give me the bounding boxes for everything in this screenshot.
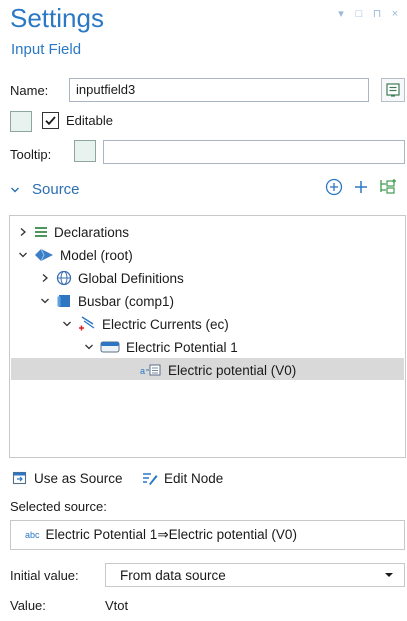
- selected-source-label: Selected source:: [10, 499, 107, 514]
- edit-node-label: Edit Node: [164, 470, 224, 486]
- maximize-icon[interactable]: □: [353, 8, 365, 20]
- chevron-down-icon[interactable]: [84, 343, 94, 351]
- add-circle-icon[interactable]: [325, 178, 343, 196]
- name-label: Name:: [10, 83, 49, 98]
- editable-label: Editable: [66, 113, 113, 128]
- tree-node-electric-potential-1[interactable]: Electric Potential 1: [84, 336, 238, 358]
- svg-text:a: a: [140, 366, 145, 376]
- model-icon: [35, 248, 53, 262]
- globe-icon: [56, 270, 72, 286]
- add-tree-icon[interactable]: [379, 178, 399, 196]
- tree-node-label: Global Definitions: [78, 270, 184, 286]
- pin-icon[interactable]: ⊓: [371, 8, 383, 20]
- tree-node-label: Busbar (comp1): [78, 293, 175, 309]
- chevron-right-icon[interactable]: [40, 273, 50, 283]
- window-controls: ▾ □ ⊓ ×: [335, 8, 401, 20]
- edit-node-icon: [143, 473, 158, 485]
- edit-icon: [386, 83, 400, 97]
- declarations-icon: [35, 227, 47, 237]
- edit-node-button[interactable]: Edit Node: [142, 470, 223, 486]
- electric-currents-icon: [79, 316, 95, 331]
- edit-name-button[interactable]: [381, 78, 405, 102]
- source-toolbar: [325, 178, 399, 196]
- component-icon: [57, 295, 70, 307]
- tooltip-input[interactable]: [103, 140, 405, 164]
- use-as-source-button[interactable]: Use as Source: [12, 470, 123, 486]
- chevron-down-icon[interactable]: [40, 297, 50, 305]
- close-icon[interactable]: ×: [389, 8, 401, 20]
- chevron-down-icon[interactable]: [18, 251, 28, 259]
- selected-source-field: abc Electric Potential 1⇒Electric potent…: [10, 520, 405, 550]
- source-tree[interactable]: Declarations Model (root) Global Definit…: [9, 215, 406, 458]
- tree-node-label: Electric Currents (ec): [102, 316, 229, 332]
- color-swatch[interactable]: [10, 111, 32, 132]
- use-as-source-icon: [12, 471, 27, 485]
- selected-source-value: Electric Potential 1⇒Electric potential …: [45, 527, 297, 542]
- boundary-condition-icon: [100, 341, 120, 353]
- tree-node-label: Electric potential (V0): [168, 362, 297, 378]
- chevron-down-icon[interactable]: [62, 320, 72, 328]
- use-as-source-label: Use as Source: [34, 470, 123, 486]
- initial-value-selected: From data source: [120, 567, 226, 583]
- string-type-badge: abc: [25, 530, 40, 540]
- initial-value-select[interactable]: From data source: [105, 563, 405, 587]
- chevron-right-icon[interactable]: [18, 227, 28, 237]
- tree-node-busbar[interactable]: Busbar (comp1): [40, 290, 174, 312]
- tree-node-label: Declarations: [54, 224, 130, 240]
- value-label: Value:: [10, 598, 46, 613]
- source-section-header[interactable]: Source: [10, 181, 80, 198]
- source-section-label: Source: [32, 181, 80, 198]
- initial-value-label: Initial value:: [10, 568, 79, 583]
- chevron-down-icon: [11, 187, 19, 192]
- checkmark-icon: [45, 116, 56, 126]
- tree-node-electric-currents[interactable]: Electric Currents (ec): [62, 313, 229, 335]
- tooltip-color-swatch[interactable]: [74, 140, 96, 162]
- tree-node-global-definitions[interactable]: Global Definitions: [40, 267, 184, 289]
- menu-dropdown-icon[interactable]: ▾: [335, 8, 347, 20]
- value-text: Vtot: [105, 598, 129, 613]
- panel-title: Settings: [10, 3, 104, 33]
- variable-icon: a: [140, 364, 161, 376]
- tree-node-model-root[interactable]: Model (root): [18, 244, 133, 266]
- tree-node-electric-potential-v0[interactable]: a Electric potential (V0): [140, 359, 296, 381]
- tree-node-declarations[interactable]: Declarations: [18, 221, 129, 243]
- dropdown-arrow-icon: [385, 573, 393, 577]
- tree-node-label: Electric Potential 1: [126, 339, 238, 355]
- panel-subtitle: Input Field: [11, 41, 82, 58]
- editable-checkbox[interactable]: [42, 112, 59, 129]
- tooltip-label: Tooltip:: [10, 147, 52, 162]
- name-input[interactable]: inputfield3: [69, 78, 369, 102]
- add-icon[interactable]: [353, 179, 369, 195]
- tree-node-label: Model (root): [60, 247, 133, 263]
